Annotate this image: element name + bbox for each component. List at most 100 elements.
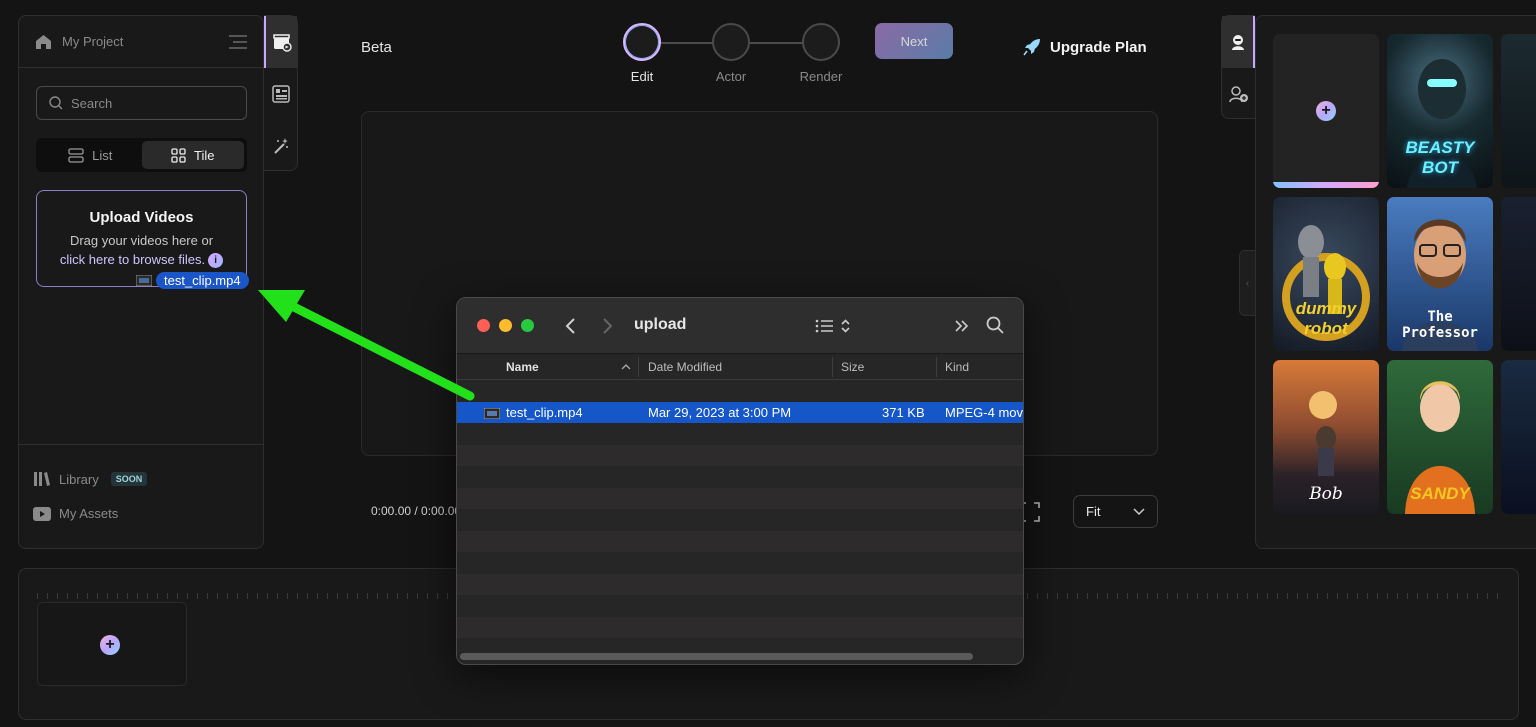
list-item: [457, 466, 1023, 488]
view-toggle: List Tile: [36, 138, 247, 172]
finder-window: upload Name Date Modified Size Kind test…: [456, 297, 1024, 665]
plus-icon: +: [1316, 101, 1336, 121]
movie-file-icon: [484, 407, 500, 419]
step-connector: [750, 42, 802, 44]
left-tool-strip: [264, 15, 298, 171]
magic-wand-icon: [273, 138, 288, 154]
dragged-file: test_clip.mp4: [136, 272, 249, 289]
upgrade-plan-button[interactable]: Upgrade Plan: [1022, 37, 1147, 57]
list-item: [457, 487, 1023, 509]
add-actor-tool-button[interactable]: [1222, 68, 1255, 120]
add-actor-card[interactable]: +: [1273, 34, 1379, 188]
my-assets-label: My Assets: [59, 506, 119, 521]
file-name: test_clip.mp4: [506, 404, 583, 420]
clapper-icon: [272, 34, 292, 52]
minimize-button[interactable]: [499, 319, 512, 332]
beta-label: Beta: [361, 39, 392, 56]
actor-card-partial[interactable]: [1501, 197, 1536, 351]
actor-name: BEASTY BOT: [1405, 138, 1475, 177]
actor-card-sandy[interactable]: SANDY: [1387, 360, 1493, 514]
list-item: [457, 552, 1023, 574]
actor-tool-button[interactable]: [1222, 16, 1255, 68]
upgrade-plan-label: Upgrade Plan: [1050, 38, 1147, 56]
layout-tool-button[interactable]: [264, 68, 297, 120]
my-assets-link[interactable]: My Assets: [33, 506, 118, 521]
close-button[interactable]: [477, 319, 490, 332]
library-link[interactable]: Library SOON: [33, 471, 148, 487]
horizontal-scrollbar[interactable]: [460, 653, 973, 660]
back-icon[interactable]: [564, 317, 576, 335]
search-input[interactable]: Search: [36, 86, 247, 120]
dragged-file-name: test_clip.mp4: [156, 272, 249, 289]
zoom-value: Fit: [1086, 504, 1101, 519]
window-controls: [477, 319, 534, 332]
view-list-button[interactable]: List: [39, 141, 142, 169]
step-edit-label: Edit: [630, 69, 654, 84]
rocket-icon: [1023, 39, 1040, 56]
timeline-add-clip[interactable]: +: [37, 602, 187, 686]
more-chevrons-icon[interactable]: [954, 319, 970, 333]
plus-icon: +: [100, 635, 120, 655]
step-actor[interactable]: Actor: [712, 23, 750, 84]
info-icon[interactable]: i: [208, 253, 224, 269]
actor-card-beasty-bot[interactable]: BEASTY BOT: [1387, 34, 1493, 188]
accent-bar: [1273, 182, 1379, 188]
column-separator: [832, 357, 833, 377]
step-actor-label: Actor: [715, 69, 747, 84]
library-icon: [34, 472, 50, 486]
step-render[interactable]: Render: [800, 23, 842, 84]
video-icon: [33, 506, 51, 521]
project-header: My Project: [19, 16, 263, 68]
finder-toolbar: upload: [457, 298, 1023, 354]
list-icon: [68, 147, 84, 163]
column-kind[interactable]: Kind: [945, 360, 969, 374]
actor-card-professor[interactable]: The Professor: [1387, 197, 1493, 351]
right-tool-strip: [1221, 15, 1255, 119]
movie-file-icon: [136, 275, 152, 286]
view-list-label: List: [92, 147, 113, 163]
zoom-select[interactable]: Fit: [1073, 495, 1158, 528]
upload-title: Upload Videos: [89, 209, 194, 226]
forward-icon[interactable]: [602, 317, 614, 335]
next-button[interactable]: Next: [875, 23, 953, 59]
list-item: [457, 616, 1023, 638]
file-size: 371 KB: [882, 404, 925, 420]
library-label: Library: [59, 471, 99, 487]
file-row-test-clip[interactable]: test_clip.mp4 Mar 29, 2023 at 3:00 PM 37…: [457, 401, 1023, 423]
list-view-icon[interactable]: [815, 318, 853, 334]
column-name[interactable]: Name: [506, 360, 539, 374]
file-list: test_clip.mp4 Mar 29, 2023 at 3:00 PM 37…: [457, 380, 1023, 660]
project-name: My Project: [62, 34, 124, 49]
menu-icon[interactable]: [229, 34, 247, 49]
zoom-button[interactable]: [521, 319, 534, 332]
actor-card-bob[interactable]: Bob: [1273, 360, 1379, 514]
browse-files-link[interactable]: click here to browse files.: [60, 252, 205, 267]
panel-divider: [19, 444, 263, 445]
user-add-icon: [1228, 86, 1248, 103]
column-header: Name Date Modified Size Kind: [457, 354, 1023, 380]
effects-tool-button[interactable]: [264, 120, 297, 172]
actor-name: The Professor: [1402, 309, 1478, 341]
list-item: [457, 595, 1023, 617]
actor-card-partial[interactable]: [1501, 360, 1536, 514]
step-edit[interactable]: Edit: [623, 23, 661, 84]
upload-hint: Drag your videos here or: [69, 233, 214, 248]
search-placeholder: Search: [71, 95, 113, 111]
actor-panel: + BEASTY BOT dummy robot The Professor B…: [1255, 15, 1536, 549]
view-tile-button[interactable]: Tile: [141, 141, 244, 169]
search-icon: [49, 96, 63, 110]
grid-icon: [171, 147, 186, 163]
search-icon[interactable]: [986, 316, 1004, 334]
column-date-modified[interactable]: Date Modified: [648, 360, 722, 374]
column-size[interactable]: Size: [841, 360, 864, 374]
actor-card-partial[interactable]: [1501, 34, 1536, 188]
actor-card-dummy-robot[interactable]: dummy robot: [1273, 197, 1379, 351]
actor-name: SANDY: [1410, 484, 1470, 503]
column-separator: [936, 357, 937, 377]
media-tool-button[interactable]: [264, 16, 297, 68]
home-icon[interactable]: [35, 34, 52, 50]
soon-badge: SOON: [110, 472, 148, 486]
collapse-panel-handle[interactable]: ‹: [1239, 250, 1255, 316]
step-connector: [660, 42, 712, 44]
list-item: [457, 380, 1023, 402]
